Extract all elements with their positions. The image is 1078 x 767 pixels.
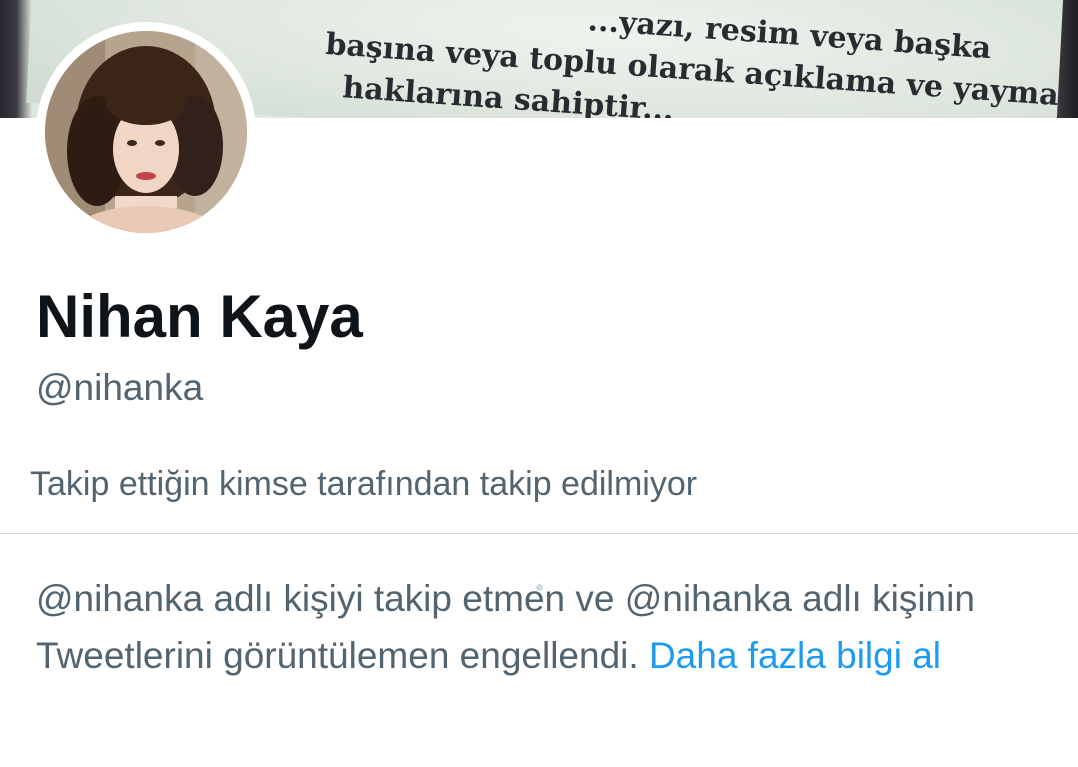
scroll-indicator-dot — [536, 584, 543, 591]
profile-name: Nihan Kaya — [36, 283, 363, 350]
learn-more-link[interactable]: Daha fazla bilgi al — [649, 635, 941, 676]
divider — [0, 533, 1078, 534]
profile-handle: @nihanka — [36, 367, 204, 408]
avatar[interactable] — [36, 22, 256, 242]
avatar-portrait-image — [45, 31, 247, 233]
avatar-photo — [45, 31, 247, 233]
followed-by-text: Takip ettiğin kimse tarafından takip edi… — [30, 465, 698, 503]
